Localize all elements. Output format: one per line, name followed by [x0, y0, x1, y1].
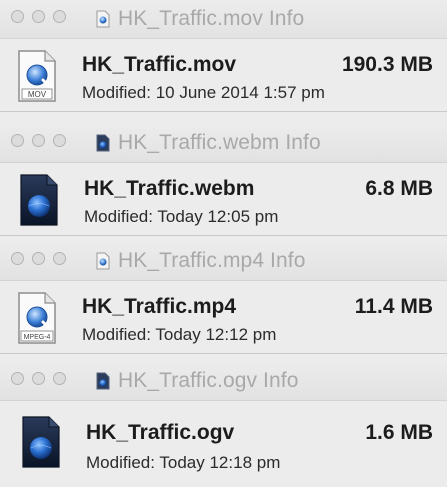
quicktime-movie-icon: MPEG-4 — [18, 292, 56, 344]
generic-media-icon — [96, 372, 110, 390]
info-window-mp4: HK_Traffic.mp4 Info MPEG-4 HK_Traffic.mp… — [0, 242, 447, 354]
window-title: HK_Traffic.webm Info — [118, 131, 321, 154]
file-size: 11.4 MB — [354, 295, 433, 318]
window-titlebar[interactable]: HK_Traffic.mov Info — [0, 0, 447, 39]
generic-media-icon — [22, 416, 60, 468]
window-controls — [11, 252, 66, 265]
window-title: HK_Traffic.mp4 Info — [118, 249, 306, 272]
close-button[interactable] — [11, 134, 24, 147]
quicktime-movie-icon — [96, 10, 110, 28]
minimize-button[interactable] — [32, 10, 45, 23]
minimize-button[interactable] — [32, 372, 45, 385]
window-title: HK_Traffic.mov Info — [118, 7, 305, 30]
file-size: 1.6 MB — [365, 421, 433, 444]
file-size: 190.3 MB — [341, 53, 433, 76]
modified-date: Modified: Today 12:12 pm — [82, 325, 277, 344]
modified-date: Modified: 10 June 2014 1:57 pm — [82, 83, 325, 102]
window-titlebar[interactable]: HK_Traffic.ogv Info — [0, 362, 447, 401]
generic-media-icon — [96, 134, 110, 152]
zoom-button[interactable] — [53, 10, 66, 23]
close-button[interactable] — [11, 372, 24, 385]
icon-badge: MOV — [28, 90, 47, 99]
minimize-button[interactable] — [32, 252, 45, 265]
close-button[interactable] — [11, 252, 24, 265]
info-window-webm: HK_Traffic.webm Info HK_Traffic.webm 6.8… — [0, 124, 447, 236]
quicktime-movie-icon — [96, 252, 110, 270]
window-titlebar[interactable]: HK_Traffic.mp4 Info — [0, 242, 447, 281]
window-title: HK_Traffic.ogv Info — [118, 369, 299, 392]
minimize-button[interactable] — [32, 134, 45, 147]
info-window-stack: HK_Traffic.mov Info MOV HK_Traffic.mov 1… — [0, 0, 447, 487]
file-name: HK_Traffic.mp4 — [82, 295, 237, 318]
window-controls — [11, 372, 66, 385]
quicktime-movie-icon: MOV — [18, 50, 56, 102]
window-titlebar[interactable]: HK_Traffic.webm Info — [0, 124, 447, 163]
file-name: HK_Traffic.mov — [82, 53, 237, 76]
zoom-button[interactable] — [53, 372, 66, 385]
file-name: HK_Traffic.ogv — [86, 421, 235, 444]
modified-date: Modified: Today 12:05 pm — [84, 207, 279, 226]
window-controls — [11, 134, 66, 147]
info-window-ogv: HK_Traffic.ogv Info HK_Traffic.ogv 1.6 M… — [0, 362, 447, 487]
generic-media-icon — [20, 174, 58, 226]
icon-badge: MPEG-4 — [24, 334, 51, 341]
zoom-button[interactable] — [53, 252, 66, 265]
modified-date: Modified: Today 12:18 pm — [86, 453, 281, 472]
zoom-button[interactable] — [53, 134, 66, 147]
file-name: HK_Traffic.webm — [84, 177, 255, 200]
info-window-mov: HK_Traffic.mov Info MOV HK_Traffic.mov 1… — [0, 0, 447, 112]
file-size: 6.8 MB — [365, 177, 433, 200]
close-button[interactable] — [11, 10, 24, 23]
window-controls — [11, 10, 66, 23]
